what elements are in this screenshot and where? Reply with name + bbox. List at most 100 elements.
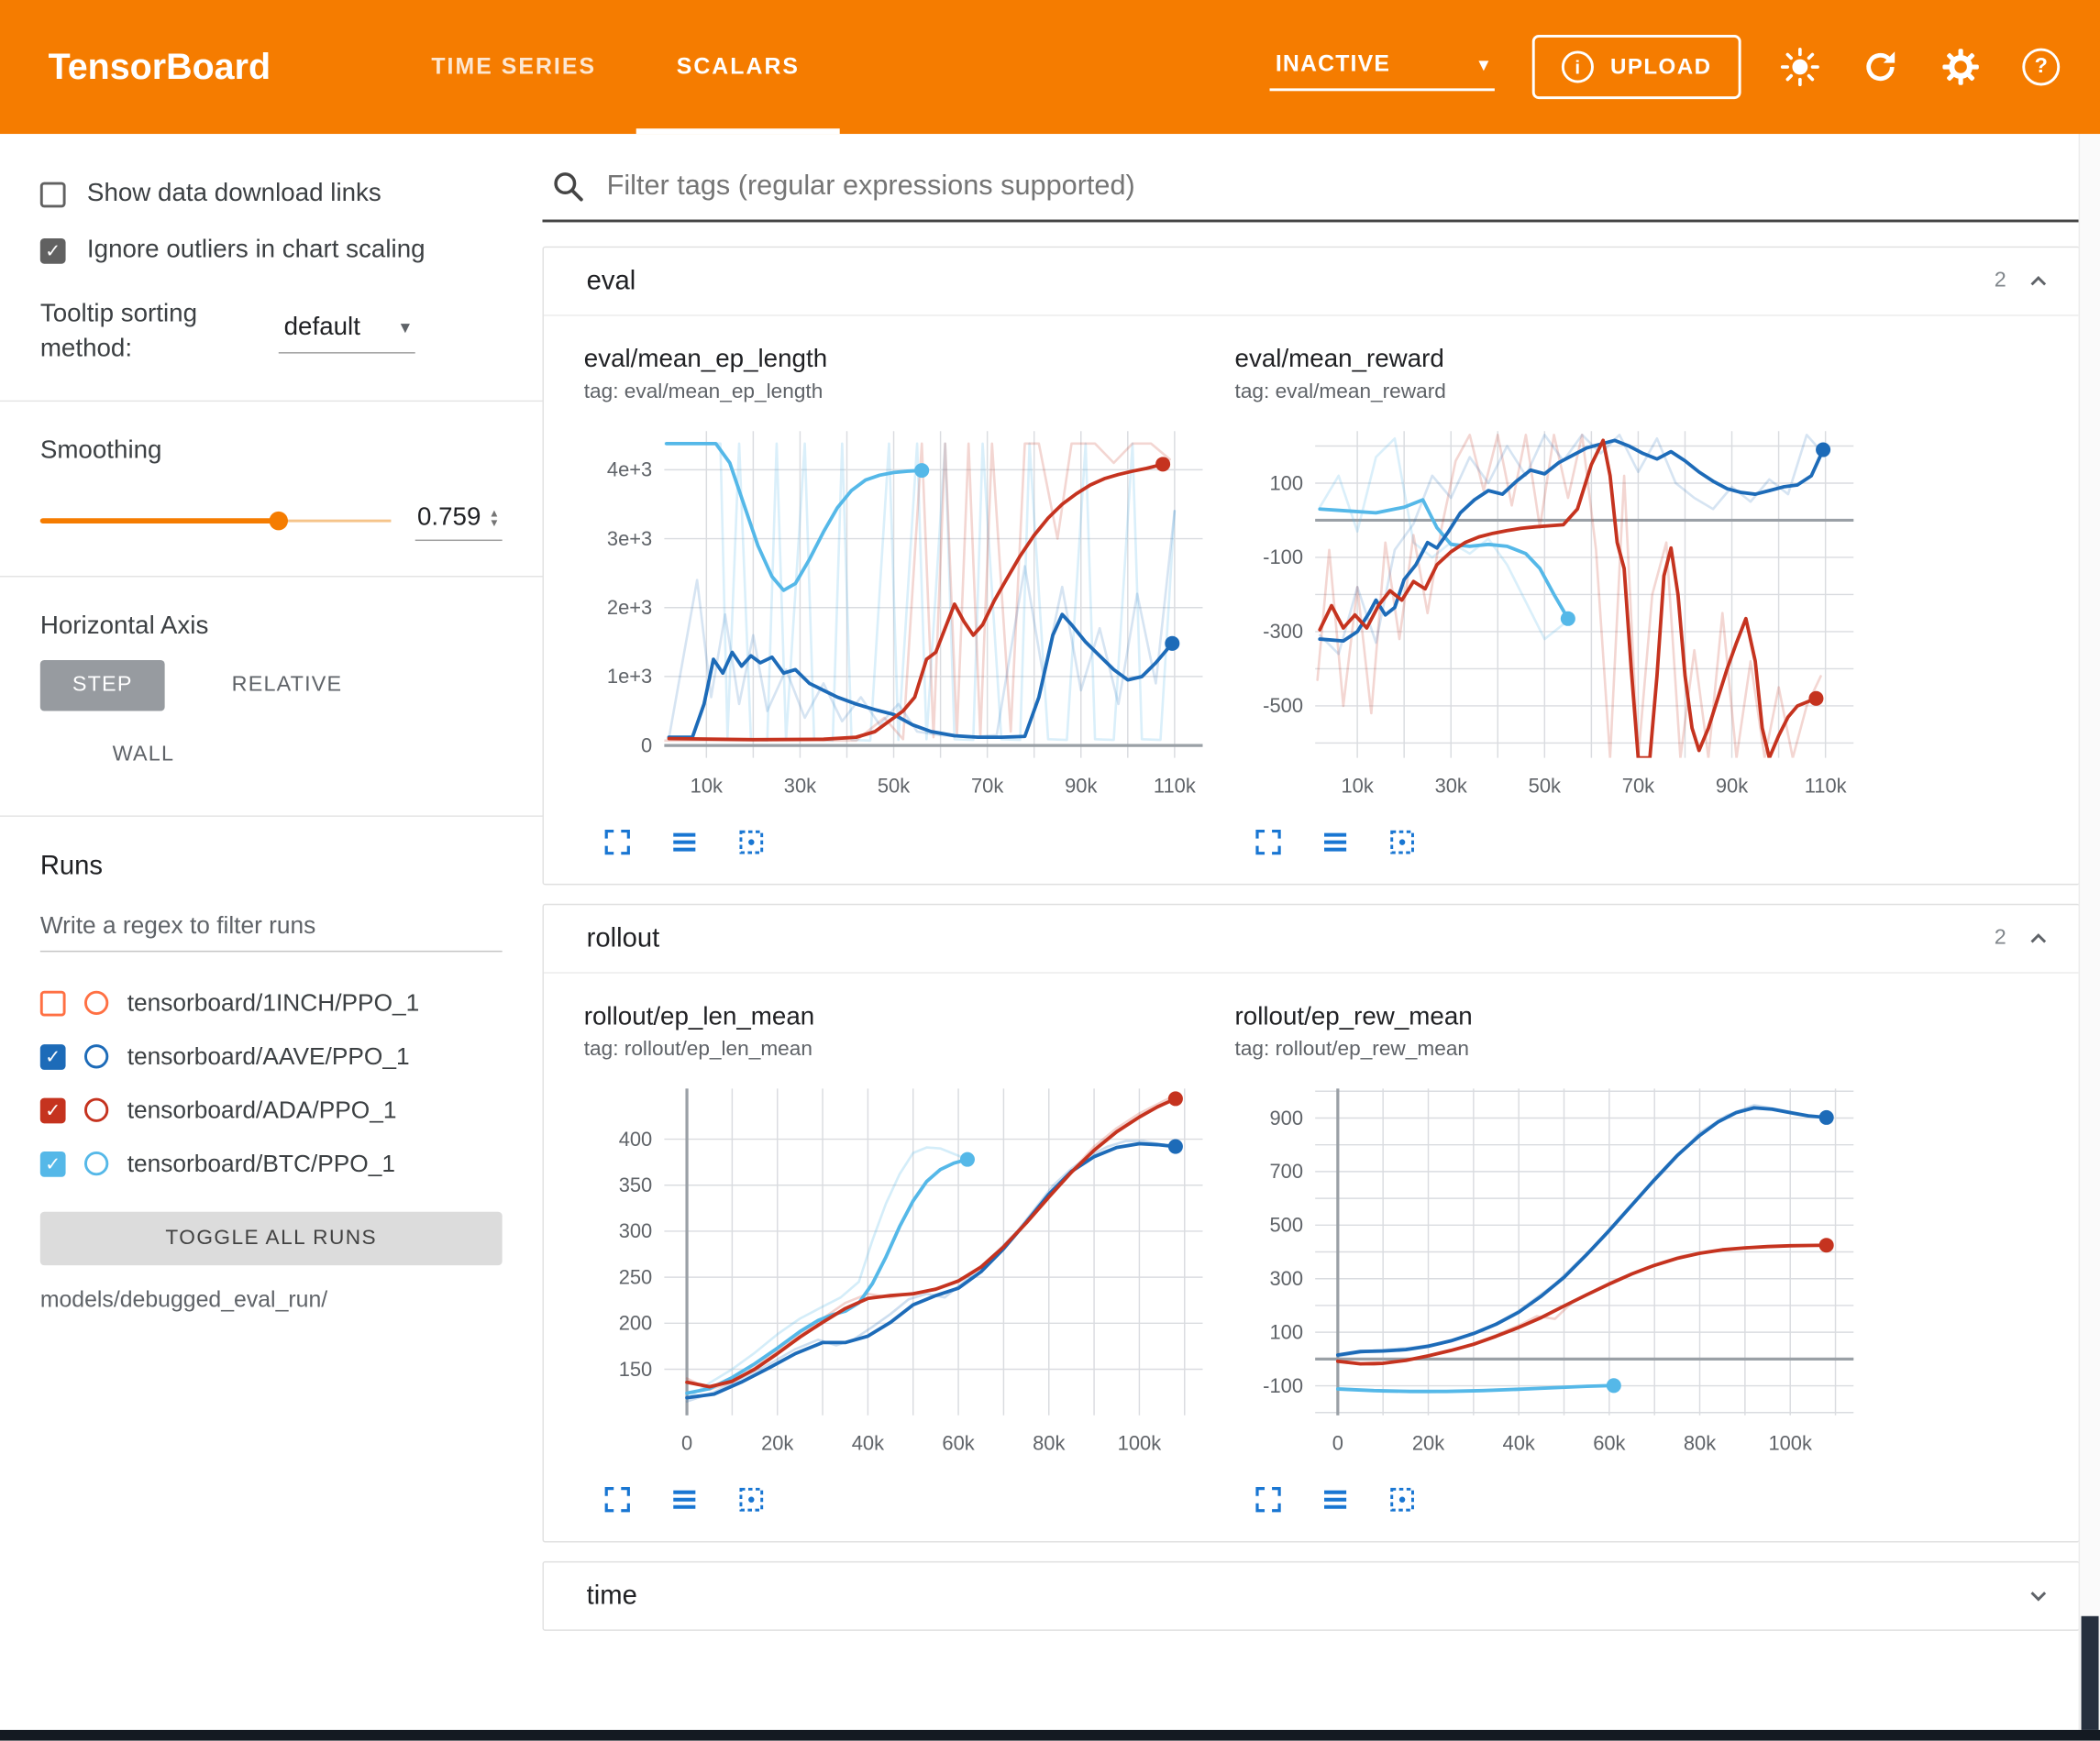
tooltip-sorting-select[interactable]: default ▾ [279,310,415,353]
divider [0,816,542,817]
run-checkbox[interactable] [40,990,66,1016]
fit-domain-icon[interactable] [736,1485,766,1515]
scrollbar[interactable] [2079,134,2100,1730]
expand-chart-icon[interactable] [1254,1485,1283,1515]
data-table-icon[interactable] [669,1485,699,1515]
section-header-eval[interactable]: eval 2 [544,248,2079,315]
settings-button[interactable] [1940,46,1983,89]
run-row[interactable]: ✓tensorboard/ADA/PPO_1 [40,1084,503,1137]
chart-tag: tag: eval/mean_reward [1235,380,1864,404]
runs-filter-input[interactable] [40,907,503,953]
line-chart[interactable]: 10k30k50k70k90k110k100-100-300-500 [1235,413,1864,814]
fit-domain-icon[interactable] [1387,1485,1417,1515]
upload-button[interactable]: i UPLOAD [1532,35,1741,99]
line-chart[interactable]: 10k30k50k70k90k110k01e+32e+33e+34e+3 [584,413,1213,814]
charts-row: eval/mean_ep_length tag: eval/mean_ep_le… [544,316,2079,884]
gear-icon [1940,47,1981,87]
stepper-icon[interactable]: ▲▼ [489,509,500,527]
info-icon: i [1562,50,1594,83]
section-card-rollout: rollout 2 rollout/ep_len_mean tag: rollo… [542,904,2080,1543]
header-actions: INACTIVE ▾ i UPLOAD [1270,0,2100,134]
svg-text:2e+3: 2e+3 [607,596,652,619]
svg-text:100k: 100k [1768,1432,1812,1455]
run-row[interactable]: ✓tensorboard/BTC/PPO_1 [40,1137,503,1190]
chart-rollout-ep-rew-mean: rollout/ep_rew_mean tag: rollout/ep_rew_… [1235,1003,1864,1520]
run-checkbox[interactable]: ✓ [40,1151,66,1177]
axis-wall-button[interactable]: WALL [105,730,182,780]
svg-text:-100: -100 [1263,1374,1303,1397]
run-label: tensorboard/1INCH/PPO_1 [127,989,420,1018]
section-title: rollout [587,923,660,954]
svg-text:500: 500 [1269,1214,1303,1237]
run-color-circle-icon [84,1045,108,1069]
run-row[interactable]: ✓tensorboard/AAVE/PPO_1 [40,1030,503,1084]
refresh-icon [1861,47,1901,87]
svg-text:-500: -500 [1263,694,1303,717]
refresh-button[interactable] [1859,46,1902,89]
run-row[interactable]: tensorboard/1INCH/PPO_1 [40,976,503,1030]
chart-title: eval/mean_ep_length [584,346,1213,375]
tooltip-sorting-value: default [284,313,360,342]
svg-text:90k: 90k [1716,775,1748,798]
chevron-up-icon[interactable] [2025,925,2051,952]
data-table-icon[interactable] [669,828,699,857]
brightness-toggle-button[interactable] [1778,46,1821,89]
run-checkbox[interactable]: ✓ [40,1044,66,1070]
charts-row: rollout/ep_len_mean tag: rollout/ep_len_… [544,974,2079,1541]
help-button[interactable]: ? [2019,46,2062,89]
axis-relative-button[interactable]: RELATIVE [224,660,350,711]
svg-text:100: 100 [1269,1320,1303,1343]
run-color-circle-icon [84,991,108,1015]
line-chart[interactable]: 020k40k60k80k100k-100100300500700900 [1235,1070,1864,1471]
svg-text:110k: 110k [1154,775,1196,798]
smoothing-label: Smoothing [40,437,503,467]
status-dropdown[interactable]: INACTIVE ▾ [1270,43,1495,92]
expand-chart-icon[interactable] [1254,828,1283,857]
axis-step-button[interactable]: STEP [40,660,165,711]
line-chart[interactable]: 020k40k60k80k100k150200250300350400 [584,1070,1213,1471]
chevron-down-icon[interactable] [2025,1582,2051,1609]
sun-icon [1780,47,1820,87]
scrollbar-thumb[interactable] [2082,1616,2099,1730]
expand-chart-icon[interactable] [602,828,632,857]
svg-text:10k: 10k [691,775,723,798]
smoothing-value-field[interactable]: 0.759 ▲▼ [414,501,503,542]
chevron-down-icon: ▾ [401,316,410,339]
slider-knob[interactable] [269,512,287,530]
svg-text:700: 700 [1269,1160,1303,1183]
checkbox-checked-icon[interactable]: ✓ [40,237,66,263]
settings-sidebar: Show data download links ✓ Ignore outlie… [0,134,542,1730]
tab-time-series[interactable]: TIME SERIES [391,0,636,134]
tag-filter-input[interactable] [604,169,2075,204]
horizontal-axis-toggle: STEP RELATIVE WALL [40,660,442,780]
question-mark-icon: ? [2022,49,2060,86]
svg-text:100: 100 [1269,471,1303,494]
chart-tag: tag: eval/mean_ep_length [584,380,1213,404]
expand-chart-icon[interactable] [602,1485,632,1515]
ignore-outliers-row[interactable]: ✓ Ignore outliers in chart scaling [40,236,503,265]
chart-title: eval/mean_reward [1235,346,1864,375]
fit-domain-icon[interactable] [736,828,766,857]
svg-text:10k: 10k [1341,775,1373,798]
smoothing-slider[interactable] [40,512,391,530]
section-header-rollout[interactable]: rollout 2 [544,905,2079,973]
show-download-links-row[interactable]: Show data download links [40,180,503,209]
tab-scalars[interactable]: SCALARS [636,0,840,134]
svg-text:20k: 20k [761,1432,793,1455]
run-checkbox[interactable]: ✓ [40,1097,66,1123]
smoothing-row: 0.759 ▲▼ [40,501,503,542]
chart-eval-mean-reward: eval/mean_reward tag: eval/mean_reward 1… [1235,346,1864,863]
fit-domain-icon[interactable] [1387,828,1417,857]
svg-text:400: 400 [619,1128,653,1151]
data-table-icon[interactable] [1321,1485,1350,1515]
run-color-circle-icon [84,1151,108,1175]
chart-title: rollout/ep_len_mean [584,1003,1213,1032]
section-header-time[interactable]: time [544,1562,2079,1629]
svg-text:80k: 80k [1033,1432,1065,1455]
chevron-up-icon[interactable] [2025,268,2051,294]
checkbox-unchecked-icon[interactable] [40,182,66,207]
toggle-all-runs-button[interactable]: TOGGLE ALL RUNS [40,1212,503,1265]
svg-text:90k: 90k [1065,775,1097,798]
data-table-icon[interactable] [1321,828,1350,857]
svg-text:0: 0 [641,733,652,756]
